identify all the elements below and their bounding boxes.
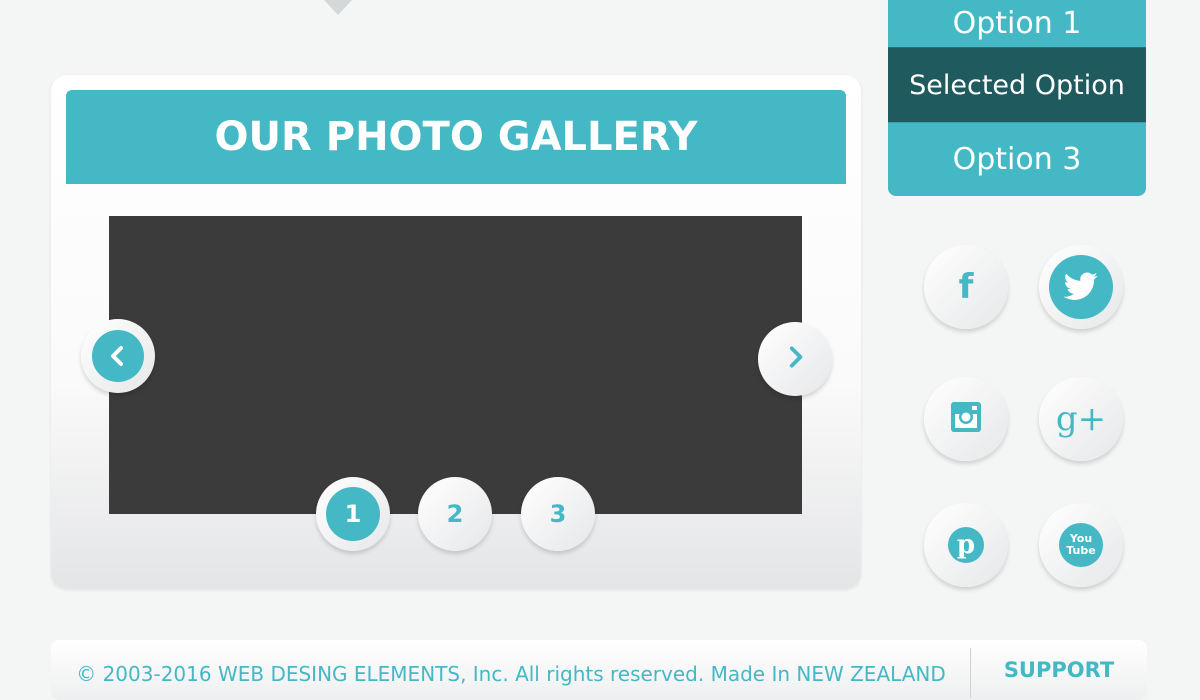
page-button-3[interactable]: 3 [521,477,595,551]
instagram-icon [951,402,981,436]
pinterest-button[interactable]: p [924,503,1008,587]
dropdown-option-3[interactable]: Option 3 [888,123,1146,195]
chevron-right-icon [782,344,808,374]
support-link[interactable]: SUPPORT [971,658,1147,682]
facebook-button[interactable]: f [924,245,1008,329]
facebook-icon: f [958,267,974,307]
prev-button[interactable] [81,319,155,393]
dropdown-option-selected[interactable]: Selected Option [888,47,1146,123]
page-button-2[interactable]: 2 [418,477,492,551]
dropdown-option-1[interactable]: Option 1 [888,0,1146,47]
copyright-text: © 2003-2016 WEB DESING ELEMENTS, Inc. Al… [76,662,946,686]
page-label: 1 [326,487,380,541]
gallery-title: OUR PHOTO GALLERY [66,90,846,184]
twitter-button[interactable] [1039,245,1123,329]
instagram-button[interactable] [924,377,1008,461]
photo-viewport [109,216,802,514]
twitter-icon [1049,255,1113,319]
youtube-button[interactable]: You Tube [1039,503,1123,587]
google-plus-icon: g+ [1055,399,1107,439]
pinterest-icon: p [948,527,984,563]
pointer-triangle [324,0,352,15]
youtube-icon: You Tube [1059,523,1103,567]
next-button[interactable] [758,322,832,396]
chevron-left-icon [92,330,144,382]
google-plus-button[interactable]: g+ [1039,377,1123,461]
footer: © 2003-2016 WEB DESING ELEMENTS, Inc. Al… [51,640,1147,700]
dropdown-menu: Option 1 Selected Option Option 3 [888,0,1146,196]
page-button-1[interactable]: 1 [316,477,390,551]
